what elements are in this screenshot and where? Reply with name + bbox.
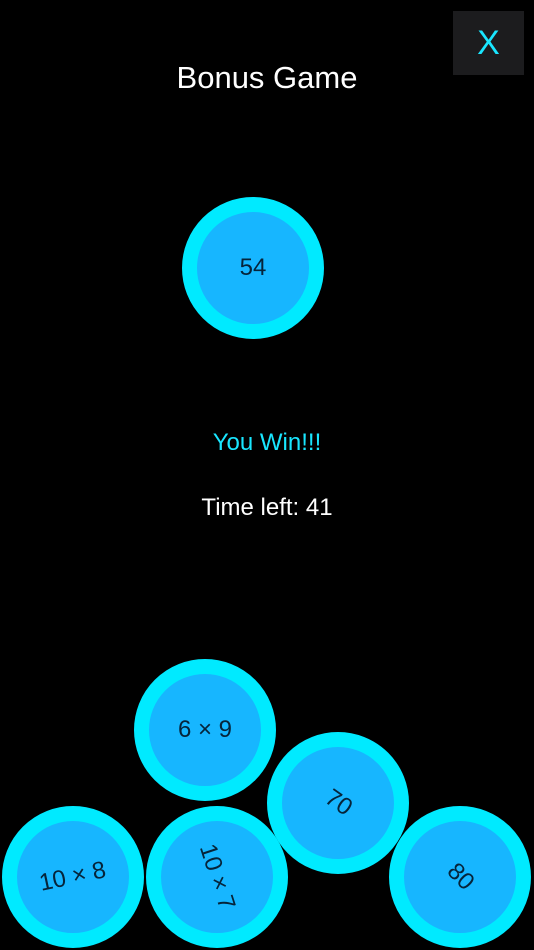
answer-ball-label: 70 [319, 783, 357, 822]
page-title: Bonus Game [176, 60, 358, 95]
answer-ball-label: 80 [441, 857, 480, 896]
answer-ball[interactable]: 70 [267, 732, 409, 874]
win-message: You Win!!! [212, 429, 322, 456]
answer-ball[interactable]: 10 × 7 [146, 806, 288, 948]
answer-ball[interactable]: 80 [389, 806, 531, 948]
answer-ball-label: 10 × 7 [194, 840, 241, 914]
answer-ball-label: 10 × 8 [37, 856, 109, 897]
time-left-label: Time left: 41 [201, 494, 333, 521]
target-ball: 54 [182, 197, 324, 339]
target-value: 54 [239, 254, 267, 281]
answer-ball[interactable]: 10 × 8 [2, 806, 144, 948]
answer-ball[interactable]: 6 × 9 [134, 659, 276, 801]
answer-ball-label: 6 × 9 [177, 716, 233, 743]
